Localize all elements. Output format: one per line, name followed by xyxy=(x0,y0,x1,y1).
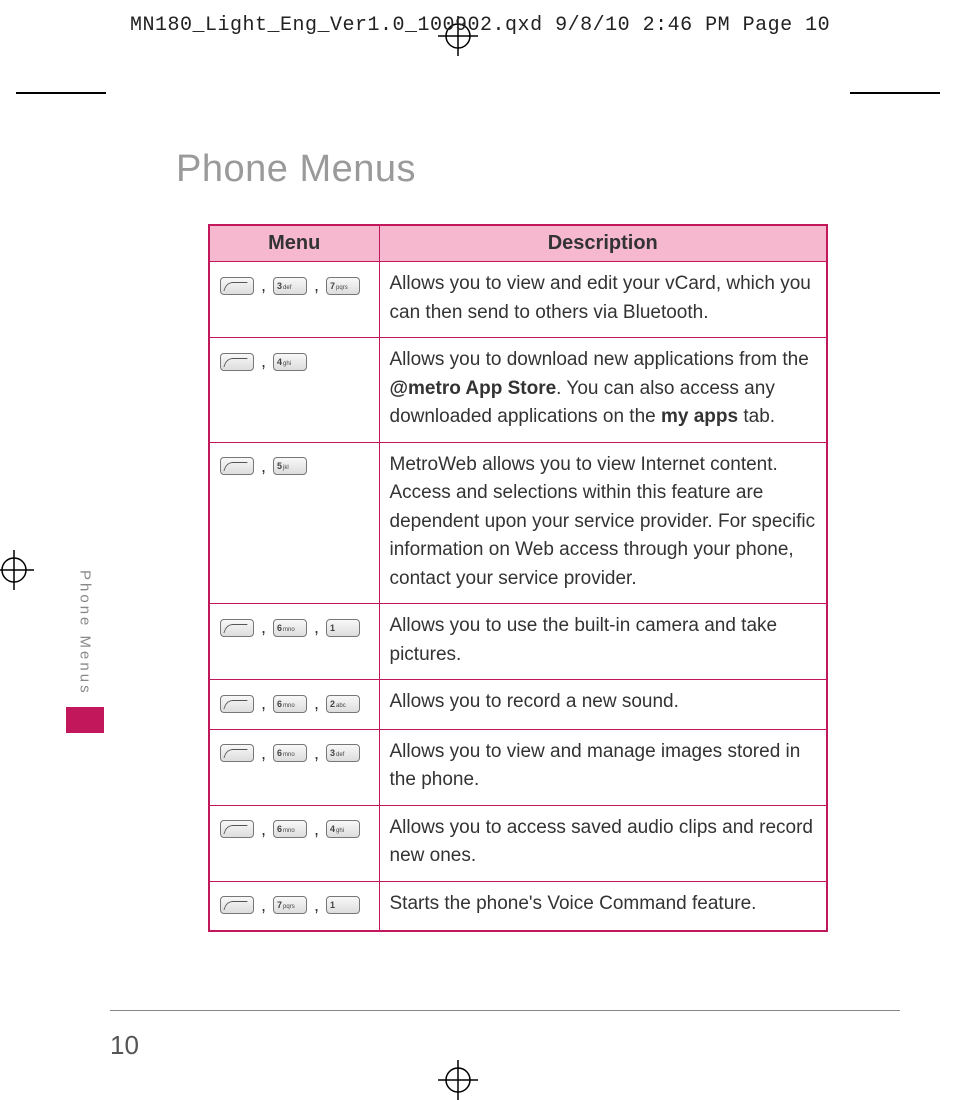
side-tab: Phone Menus xyxy=(74,570,96,750)
key-separator: , xyxy=(307,743,326,763)
table-row: , 7pqrs , 1 Starts the phone's Voice Comm… xyxy=(209,881,827,931)
softkey-icon xyxy=(220,619,254,637)
table-row: , 3def , 7pqrsAllows you to view and edi… xyxy=(209,262,827,338)
key-1-icon: 1 xyxy=(326,896,360,914)
desc-text: MetroWeb allows you to view Internet con… xyxy=(390,454,816,589)
table-row: , 5jklMetroWeb allows you to view Intern… xyxy=(209,442,827,604)
footer-rule xyxy=(110,1010,900,1011)
key-separator: , xyxy=(307,617,326,637)
key-4ghi-icon: 4ghi xyxy=(273,353,307,371)
key-separator: , xyxy=(307,895,326,915)
menu-cell: , 6mno , 2abc xyxy=(209,680,379,730)
key-3def-icon: 3def xyxy=(326,744,360,762)
col-header-description: Description xyxy=(379,225,827,262)
softkey-icon xyxy=(220,277,254,295)
key-6mno-icon: 6mno xyxy=(273,695,307,713)
key-separator: , xyxy=(307,693,326,713)
desc-text: Allows you to access saved audio clips a… xyxy=(390,817,814,867)
softkey-icon xyxy=(220,744,254,762)
key-6mno-icon: 6mno xyxy=(273,820,307,838)
key-7pqrs-icon: 7pqrs xyxy=(326,277,360,295)
menu-cell: , 3def , 7pqrs xyxy=(209,262,379,338)
key-4ghi-icon: 4ghi xyxy=(326,820,360,838)
key-separator: , xyxy=(254,351,273,371)
softkey-icon xyxy=(220,820,254,838)
description-cell: Allows you to use the built-in camera an… xyxy=(379,604,827,680)
page-title: Phone Menus xyxy=(176,148,416,191)
description-cell: Allows you to view and edit your vCard, … xyxy=(379,262,827,338)
softkey-icon xyxy=(220,457,254,475)
side-tab-bar xyxy=(66,707,104,733)
table-row: , 6mno , 1Allows you to use the built-in… xyxy=(209,604,827,680)
key-separator: , xyxy=(254,895,273,915)
print-slug: MN180_Light_Eng_Ver1.0_100902.qxd 9/8/10… xyxy=(130,14,830,37)
desc-text: tab. xyxy=(738,406,775,427)
bold-text: @metro App Store xyxy=(390,378,557,399)
description-cell: Allows you to view and manage images sto… xyxy=(379,729,827,805)
bold-text: my apps xyxy=(661,406,738,427)
table-row: , 4ghi Allows you to download new applica… xyxy=(209,338,827,443)
menu-cell: , 6mno , 3def xyxy=(209,729,379,805)
menu-cell: , 5jkl xyxy=(209,442,379,604)
description-cell: Allows you to record a new sound. xyxy=(379,680,827,730)
desc-text: Allows you to record a new sound. xyxy=(390,691,679,712)
description-cell: Allows you to access saved audio clips a… xyxy=(379,805,827,881)
menu-table: Menu Description , 3def , 7pqrsAllows yo… xyxy=(208,224,828,932)
key-2abc-icon: 2abc xyxy=(326,695,360,713)
key-3def-icon: 3def xyxy=(273,277,307,295)
key-5jkl-icon: 5jkl xyxy=(273,457,307,475)
description-cell: Starts the phone's Voice Command feature… xyxy=(379,881,827,931)
table-row: , 6mno , 2abc Allows you to record a new … xyxy=(209,680,827,730)
table-row: , 6mno , 3defAllows you to view and mana… xyxy=(209,729,827,805)
description-cell: Allows you to download new applications … xyxy=(379,338,827,443)
key-separator: , xyxy=(254,743,273,763)
softkey-icon xyxy=(220,353,254,371)
key-separator: , xyxy=(307,275,326,295)
key-separator: , xyxy=(254,693,273,713)
key-separator: , xyxy=(254,819,273,839)
registration-mark-icon xyxy=(0,550,34,590)
col-header-menu: Menu xyxy=(209,225,379,262)
key-separator: , xyxy=(254,456,273,476)
key-separator: , xyxy=(254,275,273,295)
desc-text: Allows you to download new applications … xyxy=(390,349,809,370)
side-tab-label: Phone Menus xyxy=(77,570,94,696)
page-number: 10 xyxy=(110,1030,139,1061)
description-cell: MetroWeb allows you to view Internet con… xyxy=(379,442,827,604)
desc-text: Allows you to view and edit your vCard, … xyxy=(390,273,811,323)
key-separator: , xyxy=(307,819,326,839)
page-body: Phone Menus Phone Menus Menu Description… xyxy=(30,90,910,1040)
registration-mark-icon xyxy=(438,1060,478,1100)
desc-text: Allows you to use the built-in camera an… xyxy=(390,615,778,665)
menu-cell: , 7pqrs , 1 xyxy=(209,881,379,931)
menu-cell: , 6mno , 1 xyxy=(209,604,379,680)
key-separator: , xyxy=(254,617,273,637)
menu-cell: , 6mno , 4ghi xyxy=(209,805,379,881)
desc-text: Starts the phone's Voice Command feature… xyxy=(390,893,757,914)
softkey-icon xyxy=(220,896,254,914)
softkey-icon xyxy=(220,695,254,713)
table-row: , 6mno , 4ghiAllows you to access saved … xyxy=(209,805,827,881)
key-6mno-icon: 6mno xyxy=(273,744,307,762)
key-7pqrs-icon: 7pqrs xyxy=(273,896,307,914)
key-1-icon: 1 xyxy=(326,619,360,637)
menu-cell: , 4ghi xyxy=(209,338,379,443)
desc-text: Allows you to view and manage images sto… xyxy=(390,741,801,791)
key-6mno-icon: 6mno xyxy=(273,619,307,637)
